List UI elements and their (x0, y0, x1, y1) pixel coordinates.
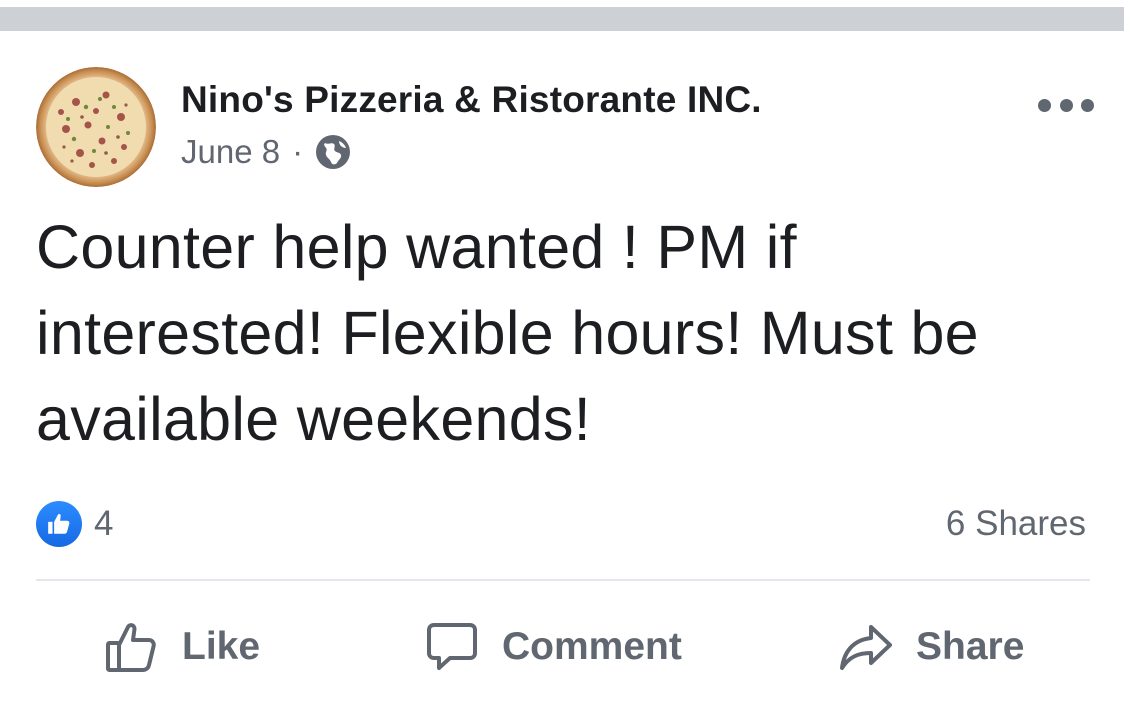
post-date[interactable]: June 8 (181, 133, 280, 171)
like-button[interactable]: Like (104, 619, 260, 675)
pizza-avatar-image (36, 67, 156, 187)
page-avatar[interactable] (36, 67, 156, 187)
shares-count[interactable]: 6 Shares (946, 501, 1086, 547)
more-dot (1038, 98, 1051, 112)
comment-bubble-icon (427, 623, 477, 670)
post-card: Nino's Pizzeria & Ristorante INC. June 8… (0, 31, 1124, 702)
share-button[interactable]: Share (838, 619, 1024, 675)
comment-button[interactable]: Comment (424, 619, 682, 675)
post-meta: June 8 · (181, 132, 351, 172)
more-dot (1059, 98, 1073, 112)
reaction-count: 4 (94, 504, 114, 543)
like-reaction-icon (36, 501, 82, 547)
more-options-icon[interactable] (1038, 95, 1094, 115)
top-bar (0, 0, 1124, 31)
share-label: Share (916, 625, 1025, 668)
globe-icon (316, 135, 351, 169)
like-label: Like (182, 625, 261, 668)
more-dot (1081, 98, 1094, 112)
page-name[interactable]: Nino's Pizzeria & Ristorante INC. (181, 79, 762, 121)
reactions-summary[interactable]: 4 (36, 501, 113, 547)
top-bar-stripe (0, 7, 1124, 31)
comment-label: Comment (502, 625, 682, 668)
meta-separator: · (292, 133, 304, 170)
share-arrow-icon (840, 625, 892, 670)
thumbs-up-icon (106, 623, 156, 672)
divider (36, 579, 1090, 581)
post-text: Counter help wanted ! PM if interested! … (36, 213, 979, 453)
